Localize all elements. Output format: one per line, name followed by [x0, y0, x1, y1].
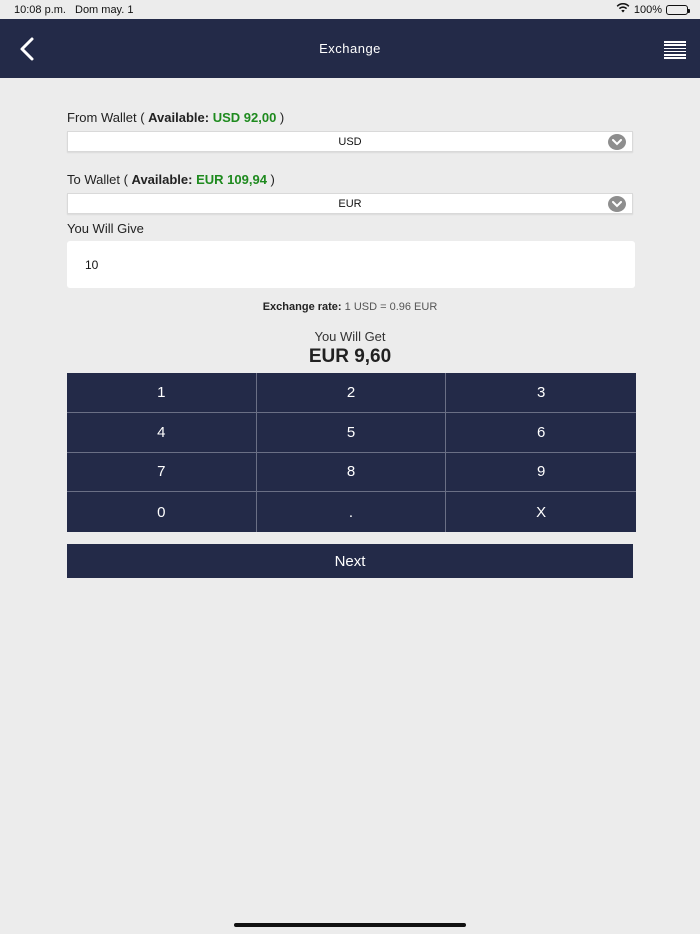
give-label: You Will Give	[67, 221, 144, 236]
get-label: You Will Get	[314, 329, 386, 344]
get-amount: EUR 9,60	[308, 346, 392, 367]
battery-percent: 100%	[633, 3, 662, 16]
key-9[interactable]: 9	[446, 453, 636, 493]
key-2[interactable]: 2	[256, 373, 447, 413]
battery-icon	[666, 4, 690, 15]
numeric-keypad: 1 2 3 4 5 6 7 8 9 0 . X	[67, 373, 636, 532]
wifi-icon	[616, 3, 630, 16]
top-navbar: Exchange	[0, 19, 700, 78]
status-time: 10:08 p.m.	[14, 4, 66, 16]
chevron-down-icon	[608, 134, 626, 150]
key-8[interactable]: 8	[256, 452, 447, 493]
key-5[interactable]: 5	[256, 412, 447, 453]
from-wallet-selected: USD	[338, 136, 362, 148]
home-indicator	[234, 923, 466, 927]
exchange-rate: Exchange rate: 1 USD = 0.96 EUR	[262, 301, 438, 313]
status-right: 100%	[616, 3, 690, 16]
key-7[interactable]: 7	[67, 452, 257, 493]
key-4[interactable]: 4	[67, 412, 257, 453]
status-bar: 10:08 p.m. Dom may. 1 100%	[0, 0, 700, 19]
exchange-rate-value: 1 USD = 0.96 EUR	[344, 301, 438, 313]
from-wallet-available: USD 92,00	[212, 110, 277, 125]
key-1[interactable]: 1	[67, 373, 257, 413]
menu-button[interactable]	[664, 41, 686, 59]
key-6[interactable]: 6	[446, 413, 636, 453]
give-amount-input[interactable]	[67, 241, 635, 288]
key-decimal[interactable]: .	[257, 492, 447, 532]
key-3[interactable]: 3	[446, 373, 636, 413]
key-0[interactable]: 0	[67, 492, 257, 532]
chevron-down-icon	[608, 196, 626, 212]
to-wallet-selected: EUR	[338, 198, 362, 210]
to-wallet-label: To Wallet ( Available: EUR 109,94 )	[67, 172, 275, 187]
page-title: Exchange	[319, 41, 381, 56]
from-wallet-select[interactable]: USD	[67, 131, 633, 152]
from-wallet-label: From Wallet ( Available: USD 92,00 )	[67, 110, 285, 125]
to-wallet-select[interactable]: EUR	[67, 193, 633, 214]
key-clear[interactable]: X	[446, 492, 636, 532]
to-wallet-available: EUR 109,94	[196, 172, 267, 187]
next-button[interactable]: Next	[67, 544, 633, 578]
hamburger-menu-icon	[664, 41, 686, 43]
status-date: Dom may. 1	[75, 4, 134, 16]
